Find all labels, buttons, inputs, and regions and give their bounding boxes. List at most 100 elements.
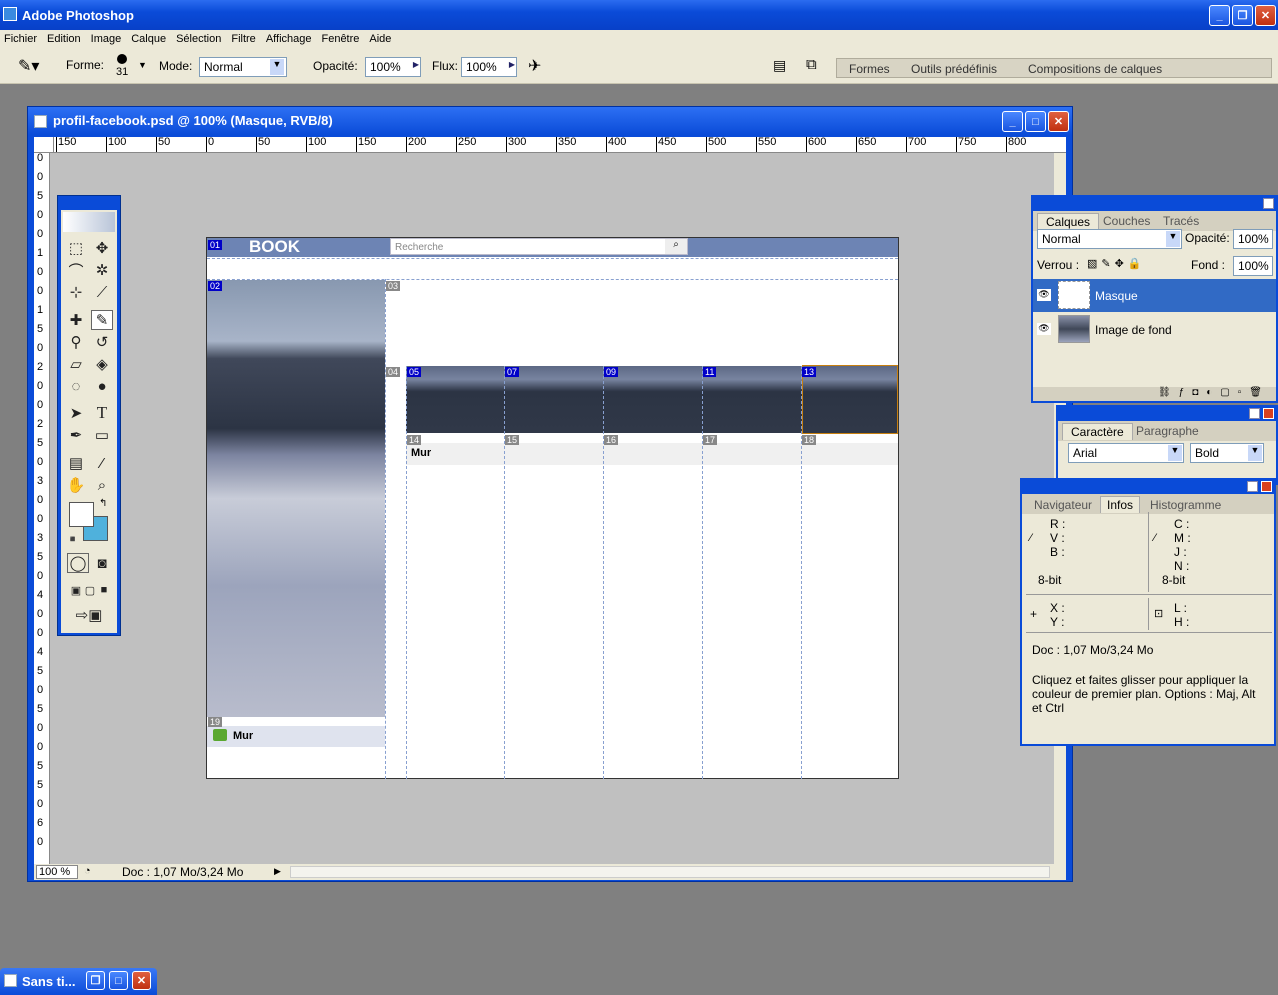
tab-paragraphe[interactable]: Paragraphe xyxy=(1136,424,1199,438)
ruler-tick-label: 700 xyxy=(906,137,926,152)
minimized-title: Sans ti... xyxy=(22,974,76,989)
menu-image[interactable]: Image xyxy=(87,33,128,45)
notes-tool-icon[interactable]: ▤ xyxy=(65,453,87,473)
menu-fichier[interactable]: Fichier xyxy=(0,33,43,45)
paint-bucket-icon[interactable]: ◈ xyxy=(91,354,113,374)
fill-field[interactable]: 100% xyxy=(1233,256,1273,276)
opacite-field[interactable]: 100% ▶ xyxy=(365,57,421,77)
history-brush-icon[interactable]: ↺ xyxy=(91,332,113,352)
panel-close-icon[interactable] xyxy=(1261,481,1272,492)
forme-label: Forme: xyxy=(66,58,105,72)
tab-couches[interactable]: Couches xyxy=(1103,214,1150,228)
menu-aide[interactable]: Aide xyxy=(365,33,397,45)
hand-tool-icon[interactable]: ✋ xyxy=(65,475,87,495)
path-selection-icon[interactable]: ➤ xyxy=(65,403,87,423)
tab-caractere[interactable]: Caractère xyxy=(1062,423,1133,440)
menu-fenetre[interactable]: Fenêtre xyxy=(317,33,365,45)
flux-field[interactable]: 100% ▶ xyxy=(461,57,517,77)
restore-button[interactable]: ❐ xyxy=(1232,5,1253,26)
slice-tool-icon[interactable]: ⟋ xyxy=(91,282,113,302)
min-restore-button[interactable]: ❐ xyxy=(86,971,105,990)
panel-minimize-icon[interactable] xyxy=(1247,481,1258,492)
horizontal-scrollbar[interactable] xyxy=(290,866,1050,878)
brush-dropdown-icon[interactable]: ▼ xyxy=(138,60,147,70)
menu-calque[interactable]: Calque xyxy=(127,33,172,45)
panel-minimize-icon[interactable] xyxy=(1263,198,1274,209)
pen-tool-icon[interactable]: ✒ xyxy=(65,425,87,445)
magic-wand-icon[interactable]: ✲ xyxy=(91,260,113,280)
mode-select[interactable]: Normal ▼ xyxy=(199,57,287,77)
brush-tool-icon[interactable]: ✎ xyxy=(91,310,113,330)
move-tool-icon[interactable]: ✥ xyxy=(91,238,113,258)
layer-row-masque[interactable]: 👁 Masque xyxy=(1033,279,1276,312)
well-tab-outils[interactable]: Outils prédéfinis xyxy=(911,62,997,76)
layer-opacity-field[interactable]: 100% xyxy=(1233,229,1273,249)
jump-to-imageready-icon[interactable]: ⇨▣ xyxy=(69,605,109,625)
minimized-document[interactable]: Sans ti... ❐ □ ✕ xyxy=(0,968,157,995)
crop-tool-icon[interactable]: ⊹ xyxy=(65,282,87,302)
ruler-tick-label: 650 xyxy=(856,137,876,152)
tab-traces[interactable]: Tracés xyxy=(1163,214,1199,228)
blur-tool-icon[interactable]: ◌ xyxy=(65,376,87,396)
minimize-button[interactable]: _ xyxy=(1209,5,1230,26)
shape-tool-icon[interactable]: ▭ xyxy=(91,425,113,445)
tab-infos[interactable]: Infos xyxy=(1100,496,1141,513)
tab-navigateur[interactable]: Navigateur xyxy=(1034,498,1092,512)
min-close-button[interactable]: ✕ xyxy=(132,971,151,990)
eyedropper-icon[interactable]: ⁄ xyxy=(91,453,113,473)
panel-minimize-icon[interactable] xyxy=(1249,408,1260,419)
lock-icons[interactable]: ▧✎✥🔒 xyxy=(1087,257,1146,270)
quickmask-mode-icon[interactable]: ◙ xyxy=(91,553,113,573)
close-button[interactable]: ✕ xyxy=(1255,5,1276,26)
doc-close-button[interactable]: ✕ xyxy=(1048,111,1069,132)
doc-maximize-button[interactable]: □ xyxy=(1025,111,1046,132)
well-tab-compositions[interactable]: Compositions de calques xyxy=(1028,62,1162,76)
search-icon[interactable]: ⌕ xyxy=(665,239,687,254)
airbrush-icon[interactable]: ✈ xyxy=(528,56,541,76)
palette-icon[interactable]: ▤ xyxy=(773,57,786,74)
lasso-tool-icon[interactable]: ⌒ xyxy=(65,260,87,280)
status-icon[interactable]: ◔ xyxy=(84,865,91,877)
visibility-eye-icon[interactable]: 👁 xyxy=(1037,289,1051,301)
standard-mode-icon[interactable]: ◯ xyxy=(67,553,89,573)
zoom-tool-icon[interactable]: ⌕ xyxy=(91,475,113,495)
layer-row-fond[interactable]: 👁 Image de fond xyxy=(1033,313,1276,346)
menu-edition[interactable]: Edition xyxy=(43,33,87,45)
doc-minimize-button[interactable]: _ xyxy=(1002,111,1023,132)
menu-selection[interactable]: Sélection xyxy=(172,33,227,45)
font-family-select[interactable]: Arial ▼ xyxy=(1068,443,1184,463)
slice-label: 19 xyxy=(208,717,223,727)
brush-preset-icon[interactable]: ✎▾ xyxy=(18,56,39,76)
screen-mode-full-black-icon[interactable]: ■ xyxy=(93,580,115,600)
thumbnail-selection xyxy=(802,365,898,434)
blend-mode-select[interactable]: Normal ▼ xyxy=(1037,229,1182,249)
swap-colors-icon[interactable]: ↰ xyxy=(99,498,107,509)
font-style-select[interactable]: Bold ▼ xyxy=(1190,443,1264,463)
char-tabs: Caractère Paragraphe xyxy=(1058,421,1276,441)
info-x: X : xyxy=(1050,601,1065,615)
psd-canvas[interactable]: BOOK Recherche ⌕ Mur Mur 01 02 03 04 05 … xyxy=(206,237,899,779)
panel-close-icon[interactable] xyxy=(1263,408,1274,419)
zoom-field[interactable]: 100 % xyxy=(36,865,78,879)
brush-dot-icon[interactable] xyxy=(117,54,127,64)
healing-brush-icon[interactable]: ✚ xyxy=(65,310,87,330)
dodge-tool-icon[interactable]: ● xyxy=(91,376,113,396)
fb-search-input[interactable]: Recherche ⌕ xyxy=(390,238,688,255)
type-tool-icon[interactable]: T xyxy=(91,403,113,423)
bridge-icon[interactable]: ⧉ xyxy=(806,56,817,73)
default-colors-icon[interactable]: ◾ xyxy=(67,534,78,545)
play-right-icon[interactable]: ▶ xyxy=(413,60,419,69)
well-tab-formes[interactable]: Formes xyxy=(849,62,890,76)
min-maximize-button[interactable]: □ xyxy=(109,971,128,990)
tab-calques[interactable]: Calques xyxy=(1037,213,1100,230)
marquee-tool-icon[interactable]: ⬚ xyxy=(65,238,87,258)
menu-filtre[interactable]: Filtre xyxy=(227,33,261,45)
menu-affichage[interactable]: Affichage xyxy=(262,33,318,45)
play-right-icon[interactable]: ▶ xyxy=(509,60,515,69)
clone-stamp-icon[interactable]: ⚲ xyxy=(65,332,87,352)
status-menu-arrow-icon[interactable]: ▶ xyxy=(274,866,281,877)
visibility-eye-icon[interactable]: 👁 xyxy=(1037,323,1051,335)
eraser-tool-icon[interactable]: ▱ xyxy=(65,354,87,374)
foreground-color-swatch[interactable] xyxy=(69,502,94,527)
tab-histogramme[interactable]: Histogramme xyxy=(1150,498,1221,512)
